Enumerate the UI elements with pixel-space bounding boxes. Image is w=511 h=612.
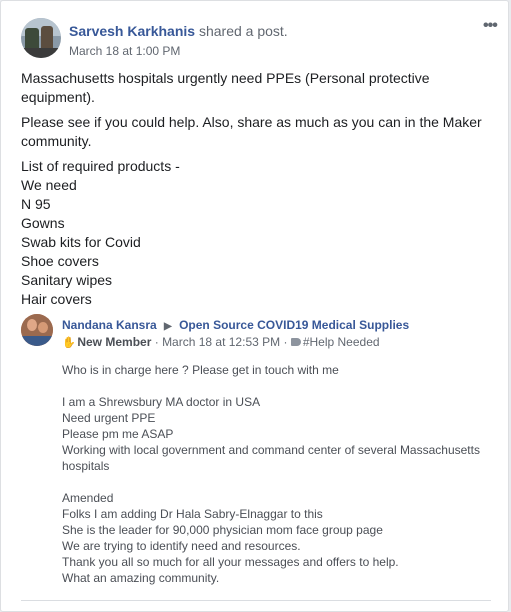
meta-separator: · xyxy=(283,335,288,349)
topic-tag-link[interactable]: #Help Needed xyxy=(303,335,380,349)
shared-author-avatar[interactable] xyxy=(21,314,53,346)
list-line: N 95 xyxy=(21,196,51,212)
shared-line: Folks I am adding Dr Hala Sabry-Elnaggar… xyxy=(62,507,323,521)
author-name-link[interactable]: Sarvesh Karkhanis xyxy=(69,23,195,39)
shared-paragraph: I am a Shrewsbury MA doctor in USA Need … xyxy=(62,394,502,474)
list-line: Sanitary wipes xyxy=(21,272,113,288)
shared-post-header: Nandana Kansra ▶ Open Source COVID19 Med… xyxy=(62,318,409,332)
shared-line: I am a Shrewsbury MA doctor in USA xyxy=(62,395,261,409)
shared-line: We are trying to identify need and resou… xyxy=(62,539,301,553)
post-author-line: Sarvesh Karkhanis shared a post. xyxy=(69,23,288,39)
list-line: List of required products - xyxy=(21,158,180,174)
list-line: We need xyxy=(21,177,77,193)
shared-line: Amended xyxy=(62,491,114,505)
group-name-link[interactable]: Open Source COVID19 Medical Supplies xyxy=(179,318,409,332)
shared-line: Thank you all so much for all your messa… xyxy=(62,555,399,569)
shared-author-name-link[interactable]: Nandana Kansra xyxy=(62,318,157,332)
shared-line: What an amazing community. xyxy=(62,571,220,585)
shared-post-meta: ✋ New Member · March 18 at 12:53 PM · #H… xyxy=(62,335,380,349)
list-line: Hair covers xyxy=(21,291,92,307)
post-body: Massachusetts hospitals urgently need PP… xyxy=(21,69,491,309)
post-card: Sarvesh Karkhanis shared a post. March 1… xyxy=(0,0,509,612)
list-line: Gowns xyxy=(21,215,65,231)
post-timestamp[interactable]: March 18 at 1:00 PM xyxy=(69,44,180,58)
shared-line: Need urgent PPE xyxy=(62,411,156,425)
wave-icon: ✋ xyxy=(62,337,76,349)
footer-divider xyxy=(21,600,491,601)
shared-paragraph: Who is in charge here ? Please get in to… xyxy=(62,362,502,378)
meta-separator: · xyxy=(154,335,159,349)
shared-post-body: Who is in charge here ? Please get in to… xyxy=(62,362,502,602)
new-member-badge: New Member xyxy=(77,335,152,349)
post-paragraph: Please see if you could help. Also, shar… xyxy=(21,114,482,149)
post-header: Sarvesh Karkhanis shared a post. March 1… xyxy=(21,18,481,62)
list-line: Swab kits for Covid xyxy=(21,234,141,250)
shared-line: Please pm me ASAP xyxy=(62,427,174,441)
author-avatar[interactable] xyxy=(21,18,61,58)
shared-line: She is the leader for 90,000 physician m… xyxy=(62,523,383,537)
list-line: Shoe covers xyxy=(21,253,99,269)
shared-line: Working with local government and comman… xyxy=(62,443,480,473)
tag-icon xyxy=(290,338,301,346)
shared-paragraph: Amended Folks I am adding Dr Hala Sabry-… xyxy=(62,490,502,586)
shared-line: Who is in charge here ? Please get in to… xyxy=(62,363,339,377)
shared-timestamp[interactable]: March 18 at 12:53 PM xyxy=(162,335,280,349)
arrow-right-icon: ▶ xyxy=(164,321,172,332)
required-products-list: List of required products - We need N 95… xyxy=(21,157,491,309)
post-action-text: shared a post. xyxy=(198,23,288,39)
more-options-icon[interactable]: ••• xyxy=(483,17,498,35)
post-paragraph: Massachusetts hospitals urgently need PP… xyxy=(21,70,430,105)
